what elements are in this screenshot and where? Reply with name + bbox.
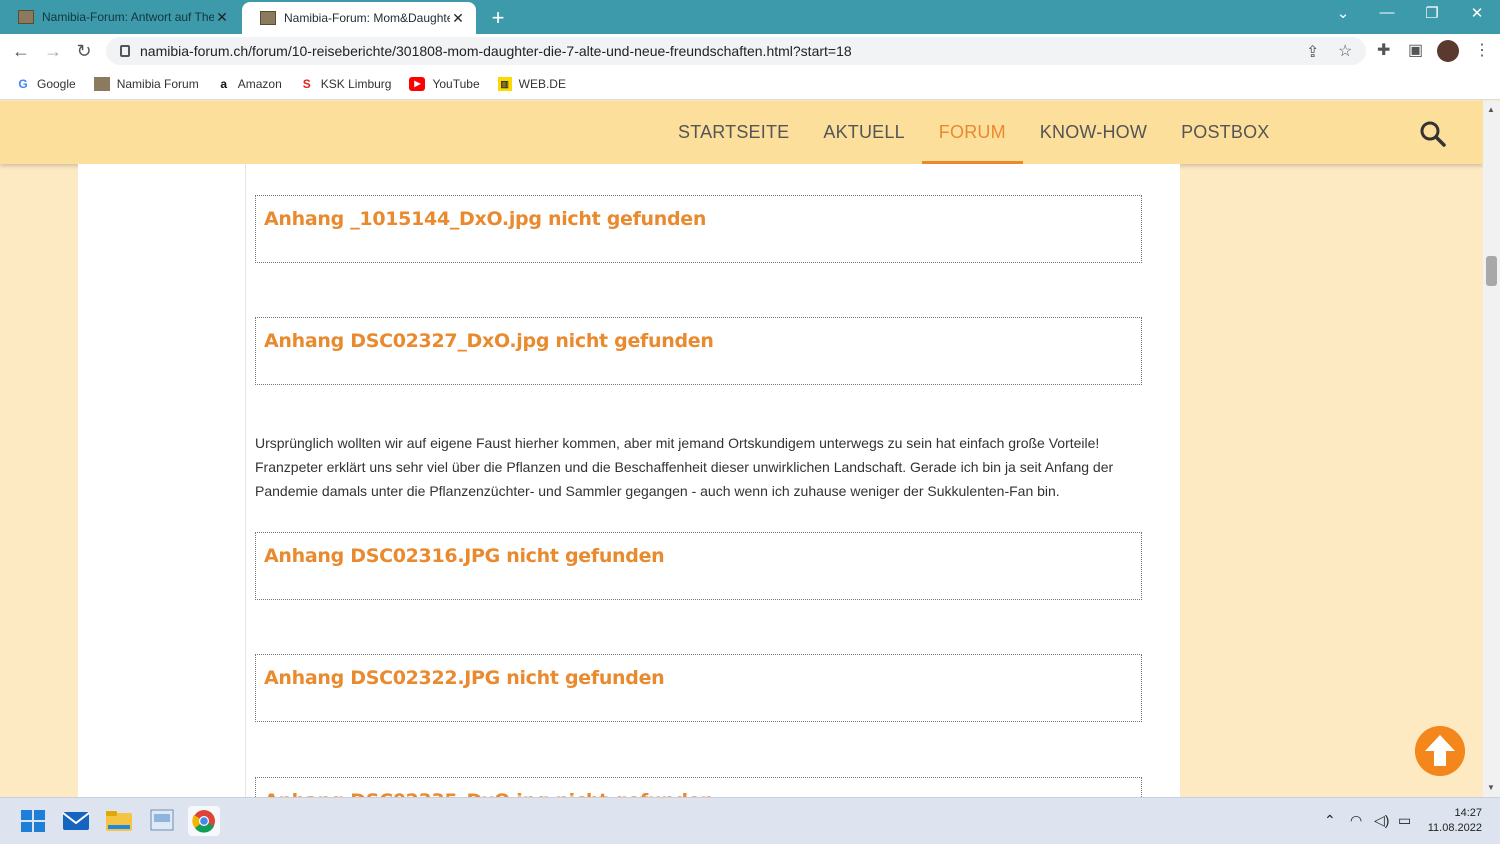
forum-post-content: Anhang _1015144_DxO.jpg nicht gefunden A…	[78, 164, 1180, 798]
address-bar[interactable]: namibia-forum.ch/forum/10-reiseberichte/…	[106, 37, 1366, 65]
bookmark-label: KSK Limburg	[320, 76, 392, 91]
forward-button[interactable]: →	[41, 39, 65, 63]
system-clock[interactable]: 14:27 11.08.2022	[1420, 806, 1482, 836]
close-tab-icon[interactable]: ✕	[214, 9, 230, 26]
tray-chevron-up-icon[interactable]: ⌃	[1324, 812, 1336, 829]
bookmark-youtube[interactable]: ▶ YouTube	[409, 76, 480, 91]
bookmark-label: Google	[37, 76, 76, 91]
menu-item-know-how[interactable]: KNOW-HOW	[1023, 101, 1164, 164]
amazon-icon: a	[220, 76, 228, 91]
attachment-box: Anhang DSC02327_DxO.jpg nicht gefunden	[255, 317, 1142, 385]
bookmark-namibia-forum[interactable]: Namibia Forum	[93, 76, 199, 91]
attachment-missing-text: Anhang _1015144_DxO.jpg nicht gefunden	[264, 208, 707, 230]
browser-tab-bar: Namibia-Forum: Antwort auf The ✕ Namibia…	[0, 0, 1500, 34]
back-to-top-button[interactable]	[1415, 726, 1465, 776]
bookmark-label: WEB.DE	[518, 76, 566, 91]
menu-item-postbox[interactable]: POSTBOX	[1164, 101, 1286, 164]
bookmark-label: YouTube	[432, 76, 480, 91]
bookmark-google[interactable]: G Google	[16, 76, 76, 91]
bookmarks-bar: G Google Namibia Forum a Amazon S KSK Li…	[0, 68, 1500, 100]
scroll-up-arrow-icon[interactable]: ▲	[1487, 105, 1495, 114]
menu-dots-icon[interactable]: ⋮	[1474, 40, 1490, 60]
page-scrollbar[interactable]: ▲ ▼	[1483, 101, 1500, 797]
bookmark-amazon[interactable]: a Amazon	[217, 76, 282, 91]
lock-icon	[120, 45, 130, 57]
webde-icon: ▥	[497, 76, 512, 91]
bookmark-ksk-limburg[interactable]: S KSK Limburg	[300, 77, 392, 91]
profile-avatar[interactable]	[1437, 40, 1459, 62]
google-icon: G	[18, 76, 28, 91]
menu-item-startseite[interactable]: STARTSEITE	[661, 101, 806, 164]
battery-icon[interactable]: ▭	[1398, 812, 1411, 829]
attachment-missing-text: Anhang DSC02316.JPG nicht gefunden	[264, 545, 665, 567]
url-text: namibia-forum.ch/forum/10-reiseberichte/…	[140, 43, 852, 59]
browser-tab-active[interactable]: Namibia-Forum: Mom&Daughter ✕	[242, 2, 476, 34]
tab-title: Namibia-Forum: Mom&Daughter	[284, 11, 450, 25]
file-explorer-icon[interactable]	[103, 806, 135, 836]
bookmark-label: Amazon	[237, 76, 282, 91]
tab-title: Namibia-Forum: Antwort auf The	[42, 10, 214, 24]
attachment-missing-text: Anhang DSC02322.JPG nicht gefunden	[264, 667, 665, 689]
windows-start-icon[interactable]	[17, 806, 49, 836]
attachment-missing-text: Anhang DSC02327_DxO.jpg nicht gefunden	[264, 330, 714, 352]
post-paragraph: Ursprünglich wollten wir auf eigene Faus…	[255, 435, 1114, 499]
side-panel-icon[interactable]: ▣	[1408, 40, 1423, 60]
new-tab-button[interactable]: +	[486, 5, 510, 31]
speaker-icon[interactable]: ◁)	[1374, 812, 1389, 829]
chrome-icon[interactable]	[188, 806, 220, 836]
clock-time: 14:27	[1454, 807, 1482, 819]
mail-icon[interactable]	[60, 806, 92, 836]
extensions-icon[interactable]: ✚	[1377, 40, 1390, 60]
bookmark-star-icon[interactable]: ☆	[1338, 41, 1352, 61]
attachment-box: Anhang DSC02335_DxO.jpg nicht gefunden	[255, 777, 1142, 798]
bookmark-webde[interactable]: ▥ WEB.DE	[497, 76, 566, 91]
clock-date: 11.08.2022	[1427, 822, 1482, 834]
scroll-thumb[interactable]	[1486, 256, 1497, 286]
browser-toolbar: ← → ↻ namibia-forum.ch/forum/10-reiseber…	[0, 34, 1500, 68]
scroll-down-arrow-icon[interactable]: ▼	[1487, 783, 1495, 792]
close-tab-icon[interactable]: ✕	[450, 10, 466, 27]
windows-taskbar: ⌃ ◠ ◁) ▭ 14:27 11.08.2022	[0, 797, 1500, 844]
share-icon[interactable]: ⇪	[1306, 42, 1319, 62]
main-menu: STARTSEITE AKTUELL FORUM KNOW-HOW POSTBO…	[661, 101, 1286, 164]
attachment-box: Anhang _1015144_DxO.jpg nicht gefunden	[255, 195, 1142, 263]
namibia-forum-favicon-icon	[18, 10, 34, 24]
minimize-button[interactable]: —	[1372, 4, 1402, 21]
bookmark-label: Namibia Forum	[116, 76, 199, 91]
tab-search-chevron-icon[interactable]: ⌄	[1328, 4, 1358, 22]
namibia-forum-icon	[93, 76, 110, 91]
control-panel-icon[interactable]	[146, 806, 178, 836]
attachment-box: Anhang DSC02322.JPG nicht gefunden	[255, 654, 1142, 722]
youtube-icon: ▶	[409, 76, 426, 91]
back-button[interactable]: ←	[9, 39, 33, 63]
menu-item-aktuell[interactable]: AKTUELL	[806, 101, 921, 164]
restore-button[interactable]: ❐	[1417, 4, 1447, 22]
site-header: STARTSEITE AKTUELL FORUM KNOW-HOW POSTBO…	[0, 101, 1483, 164]
browser-tab-inactive[interactable]: Namibia-Forum: Antwort auf The ✕	[0, 0, 240, 34]
reload-button[interactable]: ↻	[72, 39, 96, 63]
attachment-box: Anhang DSC02316.JPG nicht gefunden	[255, 532, 1142, 600]
close-window-button[interactable]: ✕	[1462, 4, 1492, 22]
post-author-column	[78, 164, 246, 798]
search-icon[interactable]	[1419, 120, 1447, 148]
wifi-icon[interactable]: ◠	[1350, 812, 1362, 829]
menu-item-forum[interactable]: FORUM	[921, 101, 1023, 164]
namibia-forum-favicon-icon	[260, 11, 276, 25]
sparkasse-icon: S	[302, 76, 311, 91]
